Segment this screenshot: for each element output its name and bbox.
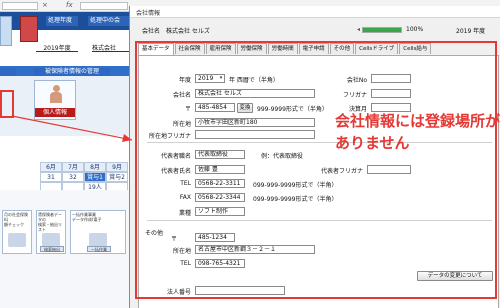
company-header-row: 会社名 株式会社 セルズ ◂ 100% 2019 年度 <box>130 18 500 40</box>
convert-button[interactable]: 変換 <box>237 103 253 113</box>
tab-social-insurance[interactable]: 社会保険 <box>174 43 205 54</box>
other-tel-field[interactable]: 098-765-4321 <box>195 259 245 268</box>
tab-cells-drive[interactable]: Cellsドライブ <box>355 43 399 54</box>
business-label: 業種 <box>178 210 191 217</box>
card-image <box>8 233 26 247</box>
month-cell: 賞与2 <box>106 172 128 182</box>
function-icon[interactable]: fx <box>66 1 73 9</box>
progress-bar: ◂ <box>357 26 402 33</box>
corp-no-field[interactable] <box>195 286 285 295</box>
month-cell: 31 <box>40 172 62 182</box>
year-display: 2019 年度 <box>456 28 486 35</box>
nav-left-block <box>0 68 16 76</box>
card-premium-check[interactable]: 月の社会保険料 額チェック <box>2 210 32 254</box>
chevron-down-icon[interactable]: ▾ <box>218 75 224 82</box>
insured-management-header: 被保険者情報の管理 <box>34 68 110 76</box>
tab-bar: 基本データ 社会保険 雇用保険 労働保険 労働時間 電子申請 その他 Cells… <box>138 43 500 55</box>
dialog-titlebar: 会社情報 <box>130 6 500 18</box>
month-cell: 8月 <box>84 162 106 172</box>
company-name-label: 会社名 <box>172 92 191 99</box>
formula-cancel-icon[interactable]: × <box>42 1 48 9</box>
name-box[interactable] <box>2 2 38 10</box>
month-cell: 32 <box>62 172 84 182</box>
corp-no-label: 法人番号 <box>166 289 191 296</box>
zip-label: 〒 <box>184 106 191 113</box>
person-icon <box>49 85 63 103</box>
zip-hint: 999-9999形式で（半角） <box>257 106 328 113</box>
card-batch-work[interactable]: 一括作業事業 データ作成(電子 一括作業 <box>70 210 126 254</box>
rep-title-hint: 例：代表取締役 <box>261 153 304 160</box>
fax-field[interactable]: 0568-22-3344 <box>195 193 245 202</box>
other-address-field[interactable]: 名古屋市中区新鋼３－２－１ <box>195 245 315 254</box>
book-icon <box>20 16 38 42</box>
year-hint: 年 西暦で（半角） <box>229 77 279 84</box>
tab-cells-payroll[interactable]: Cells給与 <box>399 43 432 54</box>
fax-label: FAX <box>179 194 191 201</box>
card-image <box>89 233 107 247</box>
other-tel-label: TEL <box>180 260 191 267</box>
basic-data-panel: 年度 2019 ▾ 年 西暦で（半角） 会社No 会社名 株式会社 セルズ フリ… <box>138 55 499 308</box>
fax-hint: 099-999-9999形式で（半角） <box>253 196 338 203</box>
card-search-extract[interactable]: 賃保険者データの 検索・抽出リスト 検索抽出 <box>36 210 66 254</box>
address-label: 所在地 <box>172 121 191 128</box>
annotation-callout: 会社情報には登録場所がありません <box>335 112 500 152</box>
month-cell: 7月 <box>62 162 84 172</box>
divider <box>147 220 492 221</box>
dialog-title: 会社情報 <box>136 10 161 17</box>
tel-label: TEL <box>180 180 191 187</box>
rep-title-field[interactable]: 代表取締役 <box>195 150 245 159</box>
processing-year-value: 2019年度 <box>36 43 78 52</box>
months-table: 6月 7月 8月 9月 31 32 賞与1 賞与2 19人 <box>0 162 130 192</box>
rep-kana-label: 代表者フリガナ <box>320 168 363 175</box>
company-label: 会社名 <box>142 28 161 35</box>
company-info-dialog: 会社情報 会社名 株式会社 セルズ ◂ 100% 2019 年度 基本データ 社… <box>129 6 500 308</box>
tel-field[interactable]: 0568-22-3311 <box>195 179 245 188</box>
tab-working-hours[interactable]: 労働時間 <box>267 43 298 54</box>
tel-hint: 099-999-9999形式で（半角） <box>253 182 338 189</box>
tab-labor-insurance[interactable]: 労働保険 <box>236 43 267 54</box>
tab-employment-insurance[interactable]: 雇用保険 <box>205 43 236 54</box>
processing-company-title: 処理中の会 <box>88 16 130 26</box>
other-label: その他 <box>144 230 163 237</box>
zip-field[interactable]: 485-4854 <box>195 103 235 112</box>
document-icon <box>0 16 12 46</box>
tab-other[interactable]: その他 <box>329 43 355 54</box>
address-field[interactable]: 小牧市字田区新町180 <box>195 118 315 127</box>
address-kana-field[interactable] <box>195 130 315 139</box>
processing-company-value: 株式会社 <box>92 43 132 52</box>
rep-name-field[interactable]: 佐藤 豊 <box>195 165 245 174</box>
rep-kana-field[interactable] <box>367 165 411 174</box>
company-no-label: 会社No <box>346 77 367 84</box>
rep-title-label: 代表者職名 <box>160 153 191 160</box>
progress-fill <box>363 28 401 32</box>
furigana-label: フリガナ <box>342 92 367 99</box>
address-kana-label: 所在地フリガナ <box>148 133 191 140</box>
company-name: 株式会社 セルズ <box>166 28 210 35</box>
rep-name-label: 代表者氏名 <box>160 168 191 175</box>
formula-input[interactable] <box>80 2 128 10</box>
card-image <box>42 233 60 247</box>
furigana-field[interactable] <box>371 89 411 98</box>
other-zip-field[interactable]: 485-1234 <box>195 233 235 242</box>
arrow-left-icon: ◂ <box>357 26 361 33</box>
data-change-button[interactable]: データの変更について <box>417 271 493 281</box>
batch-work-button[interactable]: 一括作業 <box>87 246 111 252</box>
month-cell: 6月 <box>40 162 62 172</box>
processing-year-title: 処理年度 <box>46 16 78 26</box>
annotation-arrow <box>11 115 133 142</box>
search-extract-button[interactable]: 検索抽出 <box>40 246 64 252</box>
tab-basic-data[interactable]: 基本データ <box>138 43 174 55</box>
year-select[interactable]: 2019 ▾ <box>195 74 225 83</box>
progress-percent: 100% <box>406 26 424 33</box>
function-cards: 月の社会保険料 額チェック 賃保険者データの 検索・抽出リスト 検索抽出 一括作… <box>0 190 130 308</box>
company-no-field[interactable] <box>371 74 411 83</box>
tab-e-application[interactable]: 電子申請 <box>298 43 329 54</box>
other-address-label: 所在地 <box>172 248 191 255</box>
month-cell: 9月 <box>106 162 128 172</box>
business-field[interactable]: ソフト制作 <box>195 207 245 216</box>
year-label: 年度 <box>178 77 191 84</box>
other-zip-label: 〒 <box>170 236 177 243</box>
company-name-field[interactable]: 株式会社 セルズ <box>195 89 315 98</box>
month-cell: 賞与1 <box>84 172 106 182</box>
